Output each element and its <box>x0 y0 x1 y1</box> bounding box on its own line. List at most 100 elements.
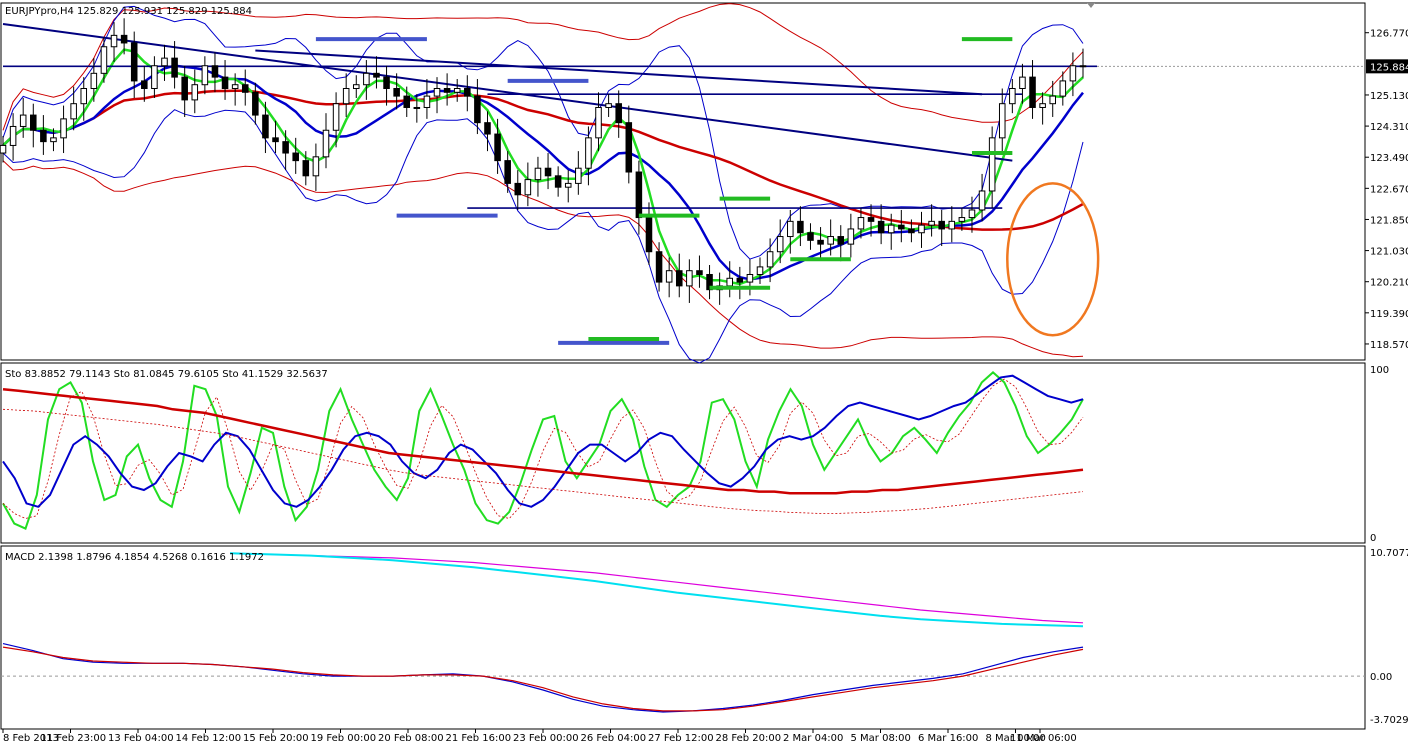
candle[interactable] <box>867 217 875 222</box>
candle[interactable] <box>847 228 855 245</box>
candle[interactable] <box>201 65 209 86</box>
candle[interactable] <box>776 236 784 253</box>
candle[interactable] <box>675 270 683 287</box>
candle[interactable] <box>1029 76 1036 108</box>
candle[interactable] <box>1069 65 1077 82</box>
candle[interactable] <box>50 137 57 143</box>
candle[interactable] <box>393 88 400 97</box>
candle[interactable] <box>383 76 390 90</box>
candle[interactable] <box>312 156 320 177</box>
candle[interactable] <box>686 270 693 287</box>
candle[interactable] <box>413 106 421 109</box>
candle[interactable] <box>433 88 441 97</box>
candle[interactable] <box>807 232 814 241</box>
candle[interactable] <box>30 114 37 131</box>
candle[interactable] <box>988 137 996 192</box>
candle[interactable] <box>282 141 289 154</box>
candle[interactable] <box>80 88 88 105</box>
candle[interactable] <box>19 114 27 127</box>
candle[interactable] <box>787 220 794 238</box>
candle[interactable] <box>665 270 673 283</box>
candle[interactable] <box>110 34 118 48</box>
candle[interactable] <box>918 224 925 234</box>
candle[interactable] <box>262 114 269 139</box>
candle[interactable] <box>443 88 451 93</box>
candle[interactable] <box>221 76 229 90</box>
candle[interactable] <box>948 220 956 230</box>
candle[interactable] <box>272 137 279 143</box>
candle[interactable] <box>898 224 905 230</box>
candle[interactable] <box>100 46 108 74</box>
candle[interactable] <box>544 167 552 177</box>
candle[interactable] <box>403 95 411 108</box>
candle[interactable] <box>978 190 986 211</box>
candle[interactable] <box>342 88 350 105</box>
candle[interactable] <box>766 251 774 268</box>
candle[interactable] <box>141 80 148 90</box>
candle[interactable] <box>625 122 633 173</box>
candle[interactable] <box>423 95 431 108</box>
chart-canvas[interactable]: 126.770 125.884 125.130 124.310 123.490 122.6… <box>0 0 1408 747</box>
candle[interactable] <box>1079 65 1087 68</box>
candle[interactable] <box>564 182 572 188</box>
candle[interactable] <box>171 57 178 78</box>
candle[interactable] <box>241 84 249 93</box>
candle[interactable] <box>90 72 98 90</box>
candle[interactable] <box>797 220 804 234</box>
candle[interactable] <box>494 133 501 162</box>
candle[interactable] <box>938 220 945 230</box>
candle[interactable] <box>726 277 734 287</box>
candle[interactable] <box>191 84 199 101</box>
candle[interactable] <box>746 273 754 283</box>
candle[interactable] <box>887 224 895 234</box>
candle[interactable] <box>161 57 168 67</box>
candle[interactable] <box>120 34 128 44</box>
candle[interactable] <box>130 42 138 82</box>
candle[interactable] <box>464 88 471 97</box>
candle[interactable] <box>151 65 158 90</box>
candle[interactable] <box>504 160 511 184</box>
candle[interactable] <box>231 84 239 90</box>
candle[interactable] <box>857 217 865 230</box>
candle[interactable] <box>756 266 764 275</box>
candle[interactable] <box>70 103 77 120</box>
candle[interactable] <box>352 84 360 90</box>
candle[interactable] <box>928 220 935 226</box>
candle[interactable] <box>998 103 1006 139</box>
candle[interactable] <box>655 251 663 283</box>
candle[interactable] <box>585 137 592 169</box>
candle[interactable] <box>1019 76 1026 90</box>
candle[interactable] <box>60 118 67 139</box>
candle[interactable] <box>837 236 845 245</box>
candle[interactable] <box>575 167 582 184</box>
candle[interactable] <box>332 103 340 131</box>
candle[interactable] <box>514 182 522 196</box>
candle[interactable] <box>1059 80 1067 97</box>
candle[interactable] <box>696 270 703 275</box>
candle[interactable] <box>827 236 834 245</box>
candle[interactable] <box>645 217 653 253</box>
candle[interactable] <box>322 129 330 158</box>
candle[interactable] <box>292 152 299 162</box>
candle[interactable] <box>877 220 885 234</box>
candle[interactable] <box>524 179 532 196</box>
candle[interactable] <box>736 277 744 283</box>
candle[interactable] <box>1049 95 1056 105</box>
candle[interactable] <box>363 72 370 86</box>
candle[interactable] <box>635 171 643 219</box>
candle[interactable] <box>1039 103 1046 108</box>
candle[interactable] <box>1009 88 1016 105</box>
candle[interactable] <box>534 167 542 181</box>
candle[interactable] <box>817 239 824 245</box>
candle[interactable] <box>554 175 562 188</box>
candle[interactable] <box>474 95 481 124</box>
candle[interactable] <box>908 228 915 234</box>
candle[interactable] <box>595 106 602 139</box>
candle[interactable] <box>484 122 491 135</box>
candle[interactable] <box>615 103 622 124</box>
candle[interactable] <box>252 91 259 116</box>
candle[interactable] <box>0 144 7 154</box>
candle[interactable] <box>373 72 380 78</box>
candle[interactable] <box>958 217 966 222</box>
candle[interactable] <box>968 209 976 219</box>
